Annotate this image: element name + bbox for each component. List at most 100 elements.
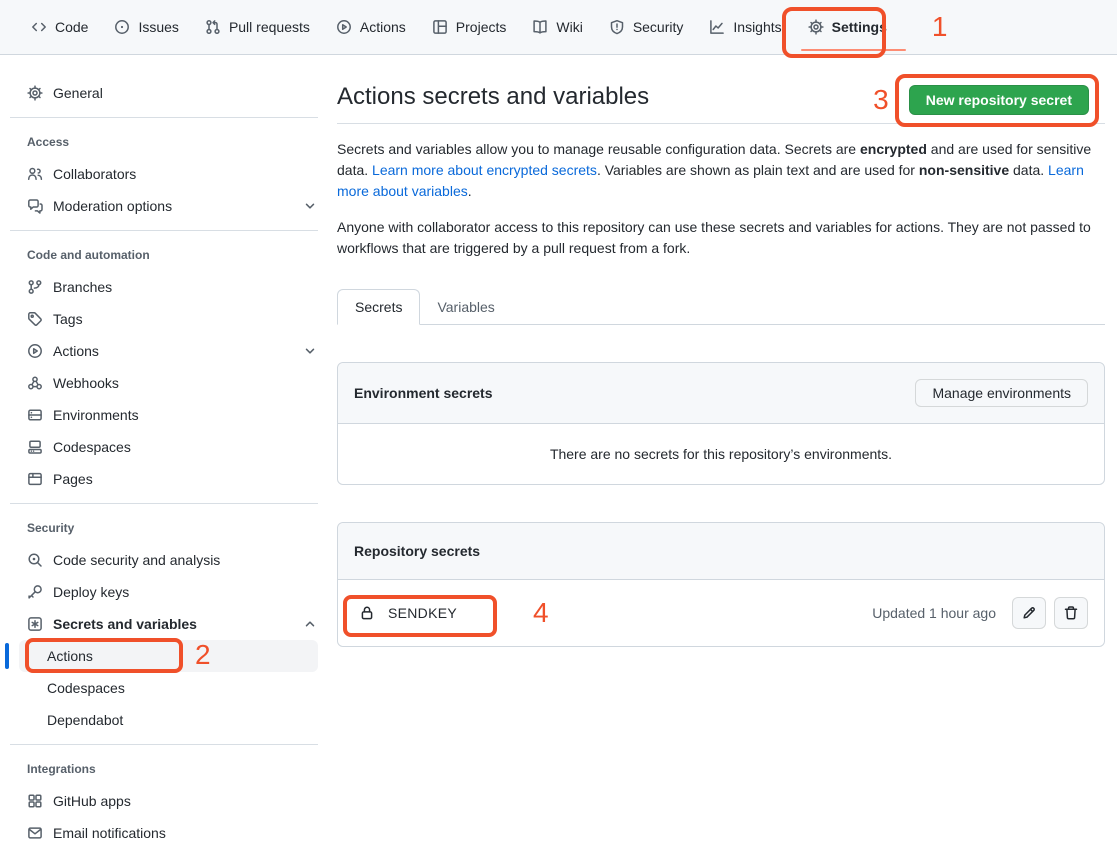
graph-icon [709,19,725,35]
section-header-security: Security [27,517,318,539]
sidebar-item-label: Actions [53,343,99,359]
text-bold: non-sensitive [919,162,1009,178]
sidebar-item-email-notifications[interactable]: Email notifications [27,817,318,849]
sidebar-item-label: Tags [53,311,83,327]
button-label: Manage environments [932,385,1071,401]
sidebar-item-collaborators[interactable]: Collaborators [27,158,318,190]
sidebar-item-general[interactable]: General [27,77,318,109]
trash-icon [1063,605,1079,621]
play-icon [27,343,43,359]
link-learn-encrypted-secrets[interactable]: Learn more about encrypted secrets [372,162,597,178]
tab-secrets[interactable]: Secrets [337,289,420,325]
tab-label: Actions [360,19,406,35]
tab-pull-requests[interactable]: Pull requests [192,0,323,54]
git-branch-icon [27,279,43,295]
sidebar-item-actions[interactable]: Actions [27,335,318,367]
tab-variables[interactable]: Variables [420,290,511,324]
secret-row: SENDKEY 4 Updated 1 hour ago [338,580,1104,646]
play-icon [336,19,352,35]
tab-label: Security [633,19,684,35]
section-header-integrations: Integrations [27,758,318,780]
sidebar-item-label: Branches [53,279,112,295]
sidebar-item-label: Environments [53,407,139,423]
code-icon [31,19,47,35]
new-repository-secret-button[interactable]: New repository secret [909,85,1089,115]
text: data. [1009,162,1048,178]
tab-wiki[interactable]: Wiki [519,0,595,54]
environment-secrets-title: Environment secrets [354,385,493,401]
sidebar-item-label: Webhooks [53,375,119,391]
mail-icon [27,825,43,841]
sidebar-item-webhooks[interactable]: Webhooks [27,367,318,399]
tab-label: Insights [733,19,781,35]
apps-grid-icon [27,793,43,809]
sidebar-item-label: Dependabot [47,712,123,728]
lock-icon [359,605,375,621]
tab-settings[interactable]: Settings [795,0,900,54]
text: Secrets and variables allow you to manag… [337,141,860,157]
secrets-variables-tabs: Secrets Variables [337,289,1105,325]
text-bold: encrypted [860,141,927,157]
sidebar-item-label: Deploy keys [53,584,129,600]
sidebar-item-label: Email notifications [53,825,166,841]
sidebar-item-deploy-keys[interactable]: Deploy keys [27,576,318,608]
browser-icon [27,471,43,487]
annotation-number: 1 [932,13,948,41]
sidebar-item-label: Collaborators [53,166,136,182]
sidebar-item-label: Actions [47,648,93,664]
intro-paragraph: Secrets and variables allow you to manag… [337,139,1105,202]
sidebar-item-secrets-and-variables[interactable]: Secrets and variables [27,608,318,640]
delete-secret-button[interactable] [1054,597,1088,629]
secret-updated-time: Updated 1 hour ago [872,605,996,621]
tab-security[interactable]: Security [596,0,697,54]
server-icon [27,407,43,423]
key-asterisk-icon [27,616,43,632]
sidebar-item-pages[interactable]: Pages [27,463,318,495]
secret-name-group: SENDKEY [359,605,457,621]
tab-insights[interactable]: Insights [696,0,794,54]
active-tab-underline [801,49,906,51]
sidebar-item-environments[interactable]: Environments [27,399,318,431]
tab-issues[interactable]: Issues [101,0,191,54]
sidebar-item-label: Moderation options [53,198,172,214]
sidebar-item-label: Codespaces [47,680,125,696]
people-icon [27,166,43,182]
repository-secrets-title: Repository secrets [354,543,480,559]
projects-icon [432,19,448,35]
sidebar-item-code-security[interactable]: Code security and analysis [27,544,318,576]
annotation-step-4: 4 [533,599,549,627]
tab-label: Projects [456,19,507,35]
sidebar-subitem-actions[interactable]: Actions 2 [19,640,318,672]
settings-sidebar: General Access Collaborators Moderation … [0,55,337,849]
sidebar-subitem-codespaces[interactable]: Codespaces [19,672,318,704]
sidebar-item-codespaces[interactable]: Codespaces [27,431,318,463]
divider [10,503,318,504]
shield-icon [609,19,625,35]
webhook-icon [27,375,43,391]
tab-code[interactable]: Code [18,0,101,54]
gear-icon [27,85,43,101]
sidebar-item-github-apps[interactable]: GitHub apps [27,785,318,817]
section-header-access: Access [27,131,318,153]
sidebar-item-label: Codespaces [53,439,131,455]
annotation-step-2: 2 [195,641,211,669]
tab-label: Pull requests [229,19,310,35]
manage-environments-button[interactable]: Manage environments [915,379,1088,407]
text: . Variables are shown as plain text and … [597,162,919,178]
codescan-icon [27,552,43,568]
sidebar-item-branches[interactable]: Branches [27,271,318,303]
key-icon [27,584,43,600]
sidebar-item-moderation-options[interactable]: Moderation options [27,190,318,222]
sidebar-item-tags[interactable]: Tags [27,303,318,335]
active-item-indicator [5,643,9,669]
collaborator-paragraph: Anyone with collaborator access to this … [337,217,1105,259]
tab-actions[interactable]: Actions [323,0,419,54]
divider [10,744,318,745]
edit-secret-button[interactable] [1012,597,1046,629]
tab-projects[interactable]: Projects [419,0,520,54]
sidebar-subitem-dependabot[interactable]: Dependabot [19,704,318,736]
divider [10,230,318,231]
sidebar-item-label: GitHub apps [53,793,131,809]
environment-secrets-box: Environment secrets Manage environments … [337,362,1105,485]
gear-icon [808,19,824,35]
